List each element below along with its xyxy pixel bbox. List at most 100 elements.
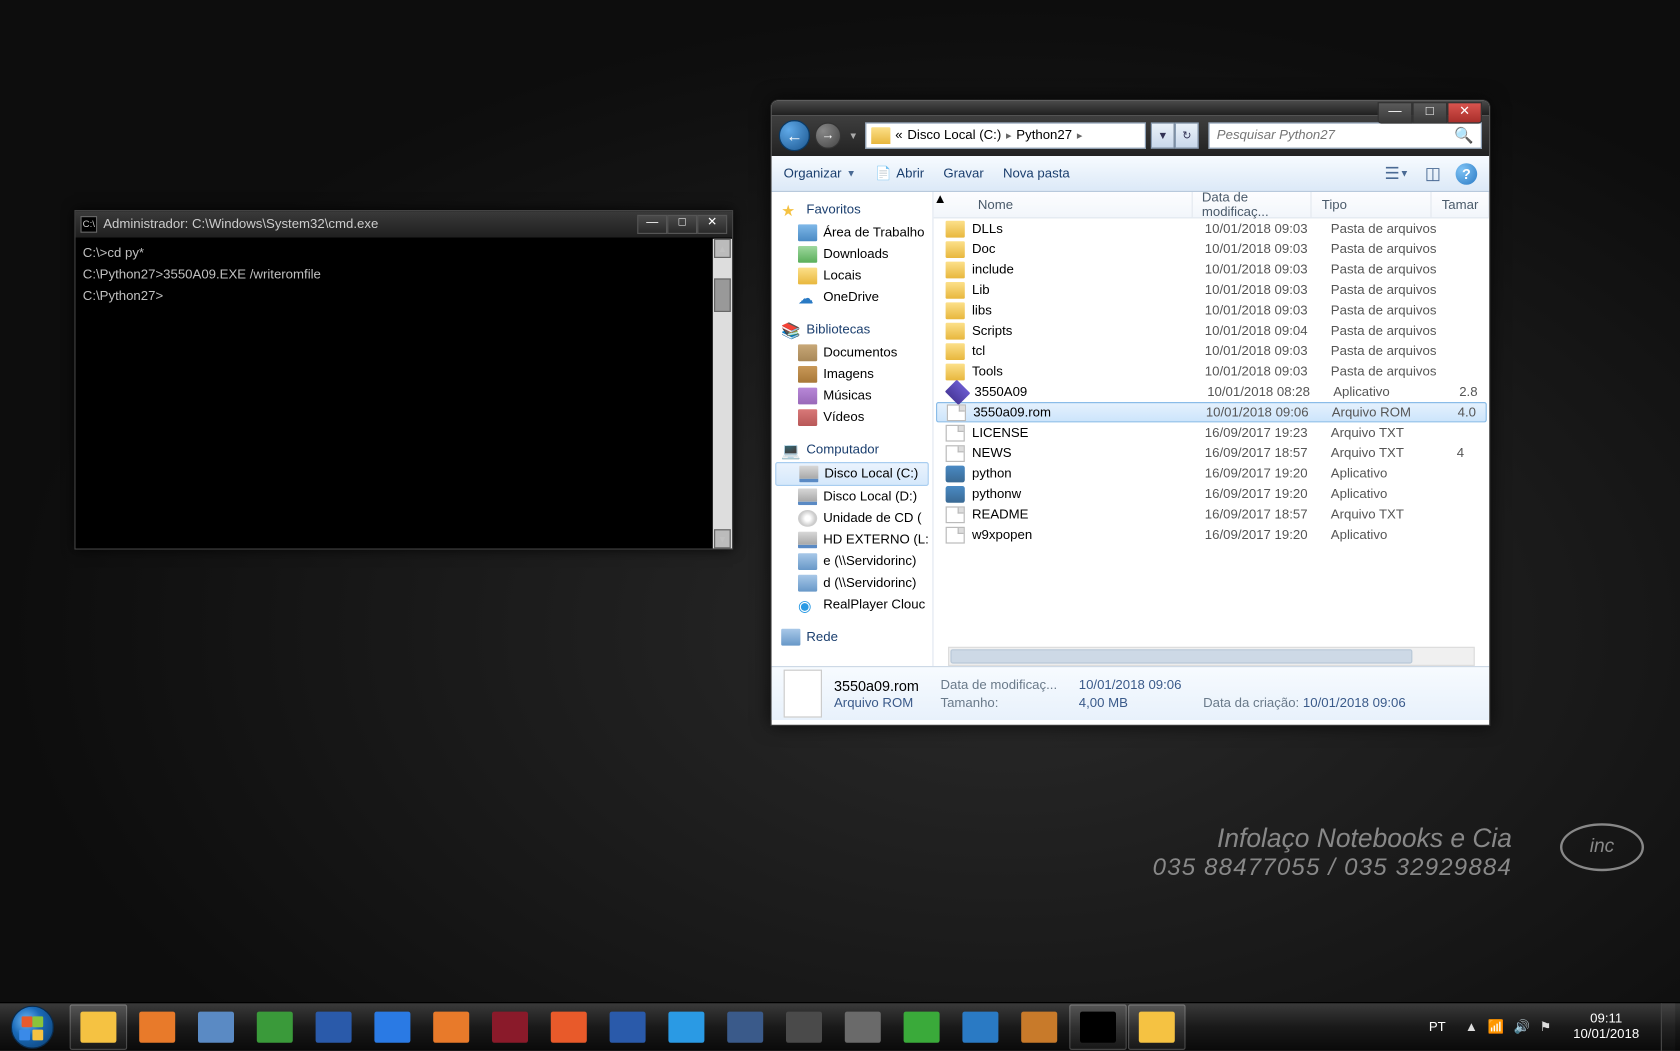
breadcrumb-segment[interactable]: Python27 (1016, 128, 1072, 142)
explorer-window[interactable]: — □ ✕ ← → ▼ « Disco Local (C:) ▸ Python2… (770, 100, 1490, 726)
column-header-size[interactable]: Tamar (1432, 192, 1489, 217)
search-icon[interactable]: 🔍 (1454, 126, 1473, 145)
sidebar-item-cd-drive[interactable]: Unidade de CD ( (772, 508, 933, 530)
file-row[interactable]: Lib 10/01/2018 09:03 Pasta de arquivos (934, 280, 1490, 300)
file-row[interactable]: include 10/01/2018 09:03 Pasta de arquiv… (934, 259, 1490, 279)
taskbar-app[interactable] (834, 1004, 892, 1050)
file-row[interactable]: 3550A09 10/01/2018 08:28 Aplicativo 2.8 (934, 382, 1490, 402)
close-button[interactable]: ✕ (697, 215, 727, 234)
cmd-scrollbar[interactable]: ▲ ▼ (713, 239, 732, 549)
new-folder-button[interactable]: Nova pasta (1003, 166, 1070, 180)
close-button[interactable]: ✕ (1447, 102, 1482, 124)
taskbar-app[interactable] (893, 1004, 951, 1050)
address-bar[interactable]: « Disco Local (C:) ▸ Python27 ▸ (865, 122, 1146, 148)
sidebar-item-network-e[interactable]: e (\\Servidorinc) (772, 551, 933, 573)
file-row[interactable]: libs 10/01/2018 09:03 Pasta de arquivos (934, 300, 1490, 320)
taskbar-app[interactable] (775, 1004, 833, 1050)
sidebar-item-external-drive[interactable]: HD EXTERNO (L: (772, 529, 933, 551)
clock[interactable]: 09:11 10/01/2018 (1564, 1011, 1649, 1042)
search-input[interactable] (1217, 128, 1454, 142)
sidebar-item-network-d[interactable]: d (\\Servidorinc) (772, 572, 933, 594)
search-box[interactable]: 🔍 (1208, 122, 1482, 148)
sidebar-item-videos[interactable]: Vídeos (772, 407, 933, 429)
back-button[interactable]: ← (779, 120, 810, 151)
file-row[interactable]: Doc 10/01/2018 09:03 Pasta de arquivos (934, 239, 1490, 259)
tray-chevron-icon[interactable]: ▲ (1465, 1019, 1478, 1033)
preview-pane-button[interactable]: ◫ (1420, 161, 1446, 185)
cmd-body[interactable]: C:\>cd py* C:\Python27>3550A09.EXE /writ… (76, 239, 732, 549)
sidebar-item-music[interactable]: Músicas (772, 385, 933, 407)
scroll-thumb[interactable] (950, 649, 1411, 663)
refresh-button[interactable]: ↻ (1175, 122, 1199, 148)
breadcrumb-segment[interactable]: Disco Local (C:) (907, 128, 1001, 142)
scroll-up-icon[interactable]: ▲ (714, 239, 731, 258)
sidebar-item-realplayer[interactable]: ◉RealPlayer Clouc (772, 594, 933, 616)
file-row[interactable]: python 16/09/2017 19:20 Aplicativo (934, 463, 1490, 483)
maximize-button[interactable]: □ (1412, 102, 1447, 124)
sidebar-computer-header[interactable]: 💻Computador (772, 438, 933, 462)
file-row[interactable]: pythonw 16/09/2017 19:20 Aplicativo (934, 484, 1490, 504)
taskbar-app[interactable] (128, 1004, 186, 1050)
taskbar-app[interactable] (187, 1004, 245, 1050)
column-header-name[interactable]: Nome (947, 192, 1193, 217)
taskbar-app[interactable] (422, 1004, 480, 1050)
nav-history-dropdown[interactable]: ▼ (846, 124, 860, 148)
sidebar-item-desktop[interactable]: Área de Trabalho (772, 222, 933, 244)
file-row[interactable]: README 16/09/2017 18:57 Arquivo TXT (934, 504, 1490, 524)
show-desktop-button[interactable] (1661, 1003, 1675, 1051)
file-row[interactable]: Scripts 10/01/2018 09:04 Pasta de arquiv… (934, 320, 1490, 340)
column-header-type[interactable]: Tipo (1312, 192, 1432, 217)
language-indicator[interactable]: PT (1422, 1019, 1453, 1033)
view-options-button[interactable]: ☰ ▼ (1384, 161, 1410, 185)
cmd-window[interactable]: C:\ Administrador: C:\Windows\System32\c… (74, 210, 733, 550)
burn-button[interactable]: Gravar (943, 166, 983, 180)
address-dropdown[interactable]: ▼ (1151, 122, 1175, 148)
start-button[interactable] (0, 1003, 65, 1051)
minimize-button[interactable]: — (637, 215, 667, 234)
file-row[interactable]: w9xpopen 16/09/2017 19:20 Aplicativo (934, 524, 1490, 544)
scroll-down-icon[interactable]: ▼ (714, 529, 731, 548)
taskbar-app[interactable] (1069, 1004, 1127, 1050)
taskbar-app[interactable] (658, 1004, 716, 1050)
sidebar-item-drive-d[interactable]: Disco Local (D:) (772, 486, 933, 508)
scroll-thumb[interactable] (714, 278, 731, 312)
sidebar-item-onedrive[interactable]: ☁OneDrive (772, 287, 933, 309)
taskbar[interactable]: PT ▲ 📶 🔊 ⚑ 09:11 10/01/2018 (0, 1002, 1680, 1050)
tray-volume-icon[interactable]: 🔊 (1514, 1019, 1530, 1035)
maximize-button[interactable]: □ (667, 215, 697, 234)
file-row[interactable]: tcl 10/01/2018 09:03 Pasta de arquivos (934, 341, 1490, 361)
file-row[interactable]: DLLs 10/01/2018 09:03 Pasta de arquivos (934, 218, 1490, 238)
organize-button[interactable]: Organizar▼ (784, 166, 856, 180)
taskbar-app[interactable] (364, 1004, 422, 1050)
cmd-titlebar[interactable]: C:\ Administrador: C:\Windows\System32\c… (76, 211, 732, 239)
tray-flag-icon[interactable]: ⚑ (1540, 1019, 1552, 1035)
taskbar-app[interactable] (540, 1004, 598, 1050)
file-row[interactable]: 3550a09.rom 10/01/2018 09:06 Arquivo ROM… (936, 402, 1487, 422)
sidebar-item-pictures[interactable]: Imagens (772, 364, 933, 386)
sidebar-item-recent[interactable]: Locais (772, 265, 933, 287)
file-row[interactable]: LICENSE 16/09/2017 19:23 Arquivo TXT (934, 422, 1490, 442)
sidebar-libraries-header[interactable]: 📚Bibliotecas (772, 318, 933, 342)
taskbar-app[interactable] (1128, 1004, 1186, 1050)
tray-network-icon[interactable]: 📶 (1488, 1019, 1504, 1035)
sidebar-network-header[interactable]: Rede (772, 625, 933, 649)
minimize-button[interactable]: — (1378, 102, 1413, 124)
taskbar-app[interactable] (952, 1004, 1010, 1050)
forward-button[interactable]: → (815, 122, 841, 148)
file-row[interactable]: NEWS 16/09/2017 18:57 Arquivo TXT 4 (934, 443, 1490, 463)
sidebar-item-downloads[interactable]: Downloads (772, 244, 933, 266)
file-list[interactable]: ▲ Nome Data de modificaç... Tipo Tamar D… (934, 192, 1490, 666)
taskbar-app[interactable] (1010, 1004, 1068, 1050)
file-row[interactable]: Tools 10/01/2018 09:03 Pasta de arquivos (934, 361, 1490, 381)
sidebar-item-drive-c[interactable]: Disco Local (C:) (775, 462, 929, 486)
column-header-date[interactable]: Data de modificaç... (1192, 192, 1312, 217)
taskbar-app[interactable] (246, 1004, 304, 1050)
taskbar-app[interactable] (305, 1004, 363, 1050)
taskbar-app[interactable] (481, 1004, 539, 1050)
taskbar-app[interactable] (599, 1004, 657, 1050)
help-button[interactable]: ? (1456, 163, 1478, 185)
sidebar-favorites-header[interactable]: ★Favoritos (772, 198, 933, 222)
chevron-right-icon[interactable]: ▸ (1006, 129, 1011, 142)
open-button[interactable]: 📄Abrir (875, 166, 924, 182)
taskbar-app[interactable] (70, 1004, 128, 1050)
